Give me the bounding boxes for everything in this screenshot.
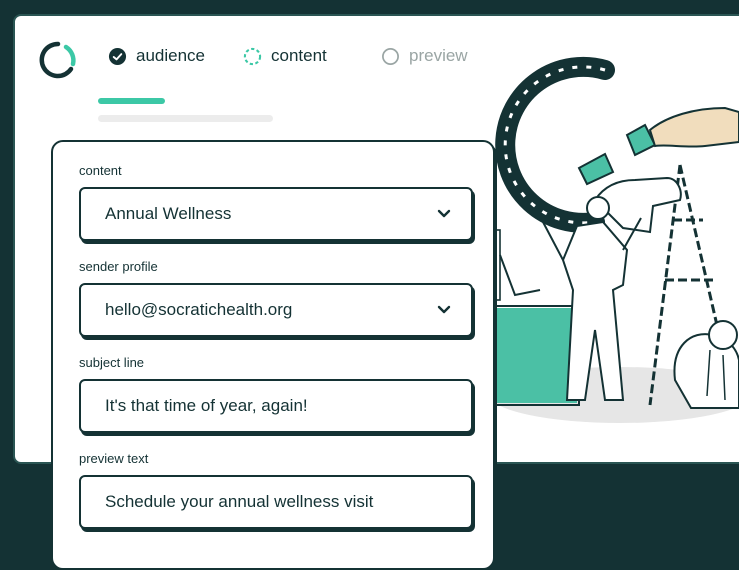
subject-line-label: subject line	[79, 355, 145, 370]
preview-text-input[interactable]: Schedule your annual wellness visit	[79, 475, 473, 529]
subject-line-input[interactable]: It's that time of year, again!	[79, 379, 473, 433]
content-label: content	[79, 163, 122, 178]
logo-ring-icon	[39, 41, 76, 79]
subject-line-value: It's that time of year, again!	[105, 396, 308, 415]
content-select-value: Annual Wellness	[105, 204, 232, 223]
chevron-down-icon	[437, 209, 451, 218]
progress-bar-track	[98, 115, 273, 122]
content-form-card: content Annual Wellness sender profile h…	[51, 140, 495, 570]
chevron-down-icon	[437, 305, 451, 314]
preview-text-label: preview text	[79, 451, 149, 466]
empty-circle-icon	[382, 47, 399, 65]
step-content[interactable]: content	[243, 46, 327, 66]
content-select[interactable]: Annual Wellness	[79, 187, 473, 241]
progress-bar-fill	[98, 98, 165, 104]
sender-profile-label: sender profile	[79, 259, 158, 274]
sender-profile-select[interactable]: hello@socratichealth.org	[79, 283, 473, 337]
people-building-illustration	[455, 56, 739, 423]
step-content-label: content	[271, 46, 327, 65]
preview-text-value: Schedule your annual wellness visit	[105, 492, 374, 511]
step-audience-label: audience	[136, 46, 206, 65]
sender-profile-value: hello@socratichealth.org	[105, 300, 293, 319]
step-audience[interactable]: audience	[108, 46, 205, 66]
dashed-circle-icon	[243, 47, 262, 65]
check-circle-icon	[108, 47, 127, 65]
